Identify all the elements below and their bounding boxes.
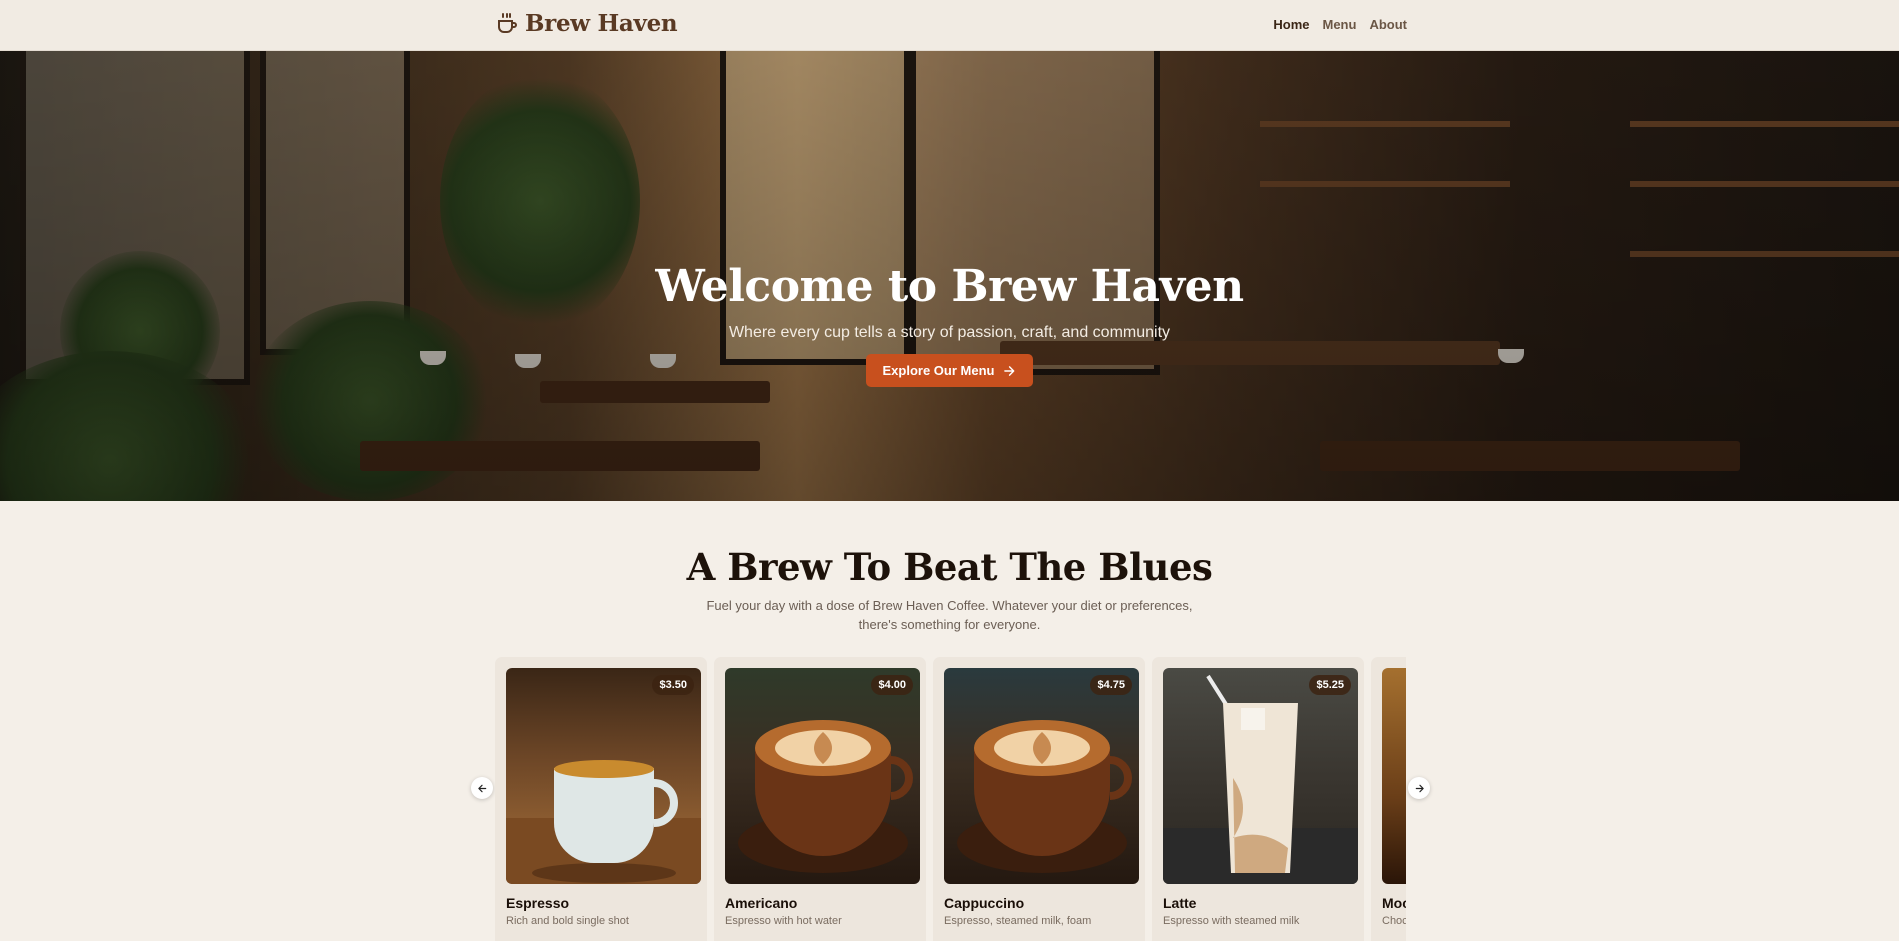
explore-menu-label: Explore Our Menu bbox=[882, 363, 995, 378]
product-image bbox=[1382, 668, 1406, 884]
hero-subtitle: Where every cup tells a story of passion… bbox=[728, 324, 1171, 341]
product-card[interactable]: $5.25 Latte Espresso with steamed milk bbox=[1152, 657, 1364, 941]
price-badge: $3.50 bbox=[652, 675, 694, 695]
price-badge: $4.75 bbox=[1090, 675, 1132, 695]
product-image: $5.25 bbox=[1163, 668, 1358, 884]
product-name: Cappuccino bbox=[944, 895, 1025, 911]
product-image: $4.75 bbox=[944, 668, 1139, 884]
product-name: Latte bbox=[1163, 895, 1197, 911]
nav-menu[interactable]: Menu bbox=[1323, 17, 1357, 32]
product-image: $4.00 bbox=[725, 668, 920, 884]
product-name: Moc bbox=[1382, 895, 1406, 911]
carousel-prev-button[interactable] bbox=[471, 777, 493, 799]
product-card[interactable]: $3.50 Espresso Rich and bold single shot bbox=[495, 657, 707, 941]
product-card[interactable]: $4.00 Americano Espresso with hot water bbox=[714, 657, 926, 941]
explore-menu-button[interactable]: Explore Our Menu bbox=[865, 354, 1034, 387]
arrow-left-icon bbox=[477, 784, 486, 792]
section-description: Fuel your day with a dose of Brew Haven … bbox=[706, 598, 1193, 632]
product-name: Espresso bbox=[506, 895, 570, 911]
product-description: Espresso with steamed milk bbox=[1163, 915, 1300, 927]
product-image: $3.50 bbox=[506, 668, 701, 884]
price-badge: $4.00 bbox=[871, 675, 913, 695]
product-card[interactable]: $4.75 Cappuccino Espresso, steamed milk,… bbox=[933, 657, 1145, 941]
product-description: Espresso with hot water bbox=[725, 915, 842, 927]
product-carousel: $3.50 Espresso Rich and bold single shot… bbox=[495, 657, 1406, 941]
product-description: Rich and bold single shot bbox=[506, 915, 629, 927]
arrow-right-icon bbox=[1415, 784, 1424, 792]
espresso-cup-illustration bbox=[506, 760, 701, 884]
nav-home[interactable]: Home bbox=[1273, 17, 1309, 32]
product-description: Espresso, steamed milk, foam bbox=[944, 915, 1092, 927]
site-header: Brew Haven Home Menu About bbox=[0, 0, 1899, 51]
hero-banner: Welcome to Brew Haven Where every cup te… bbox=[0, 51, 1899, 501]
arrow-right-icon bbox=[1004, 365, 1015, 376]
brand-name: Brew Haven bbox=[525, 10, 678, 37]
latte-art-cup-illustration bbox=[957, 720, 1132, 873]
iced-latte-glass-illustration bbox=[1163, 674, 1358, 884]
price-badge: $5.25 bbox=[1309, 675, 1351, 695]
product-description: Choc bbox=[1382, 915, 1406, 927]
main-nav: Home Menu About bbox=[1273, 17, 1407, 32]
latte-art-cup-illustration bbox=[738, 720, 913, 873]
carousel-next-button[interactable] bbox=[1408, 777, 1430, 799]
hero-title: Welcome to Brew Haven bbox=[655, 261, 1244, 312]
nav-about[interactable]: About bbox=[1369, 17, 1407, 32]
hero-content: Welcome to Brew Haven Where every cup te… bbox=[0, 261, 1899, 387]
section-title: A Brew To Beat The Blues bbox=[686, 545, 1213, 589]
brand-logo[interactable]: Brew Haven bbox=[495, 10, 678, 37]
coffee-cup-icon bbox=[498, 12, 517, 33]
product-card[interactable]: Moc Choc bbox=[1371, 657, 1406, 941]
product-name: Americano bbox=[725, 895, 798, 911]
